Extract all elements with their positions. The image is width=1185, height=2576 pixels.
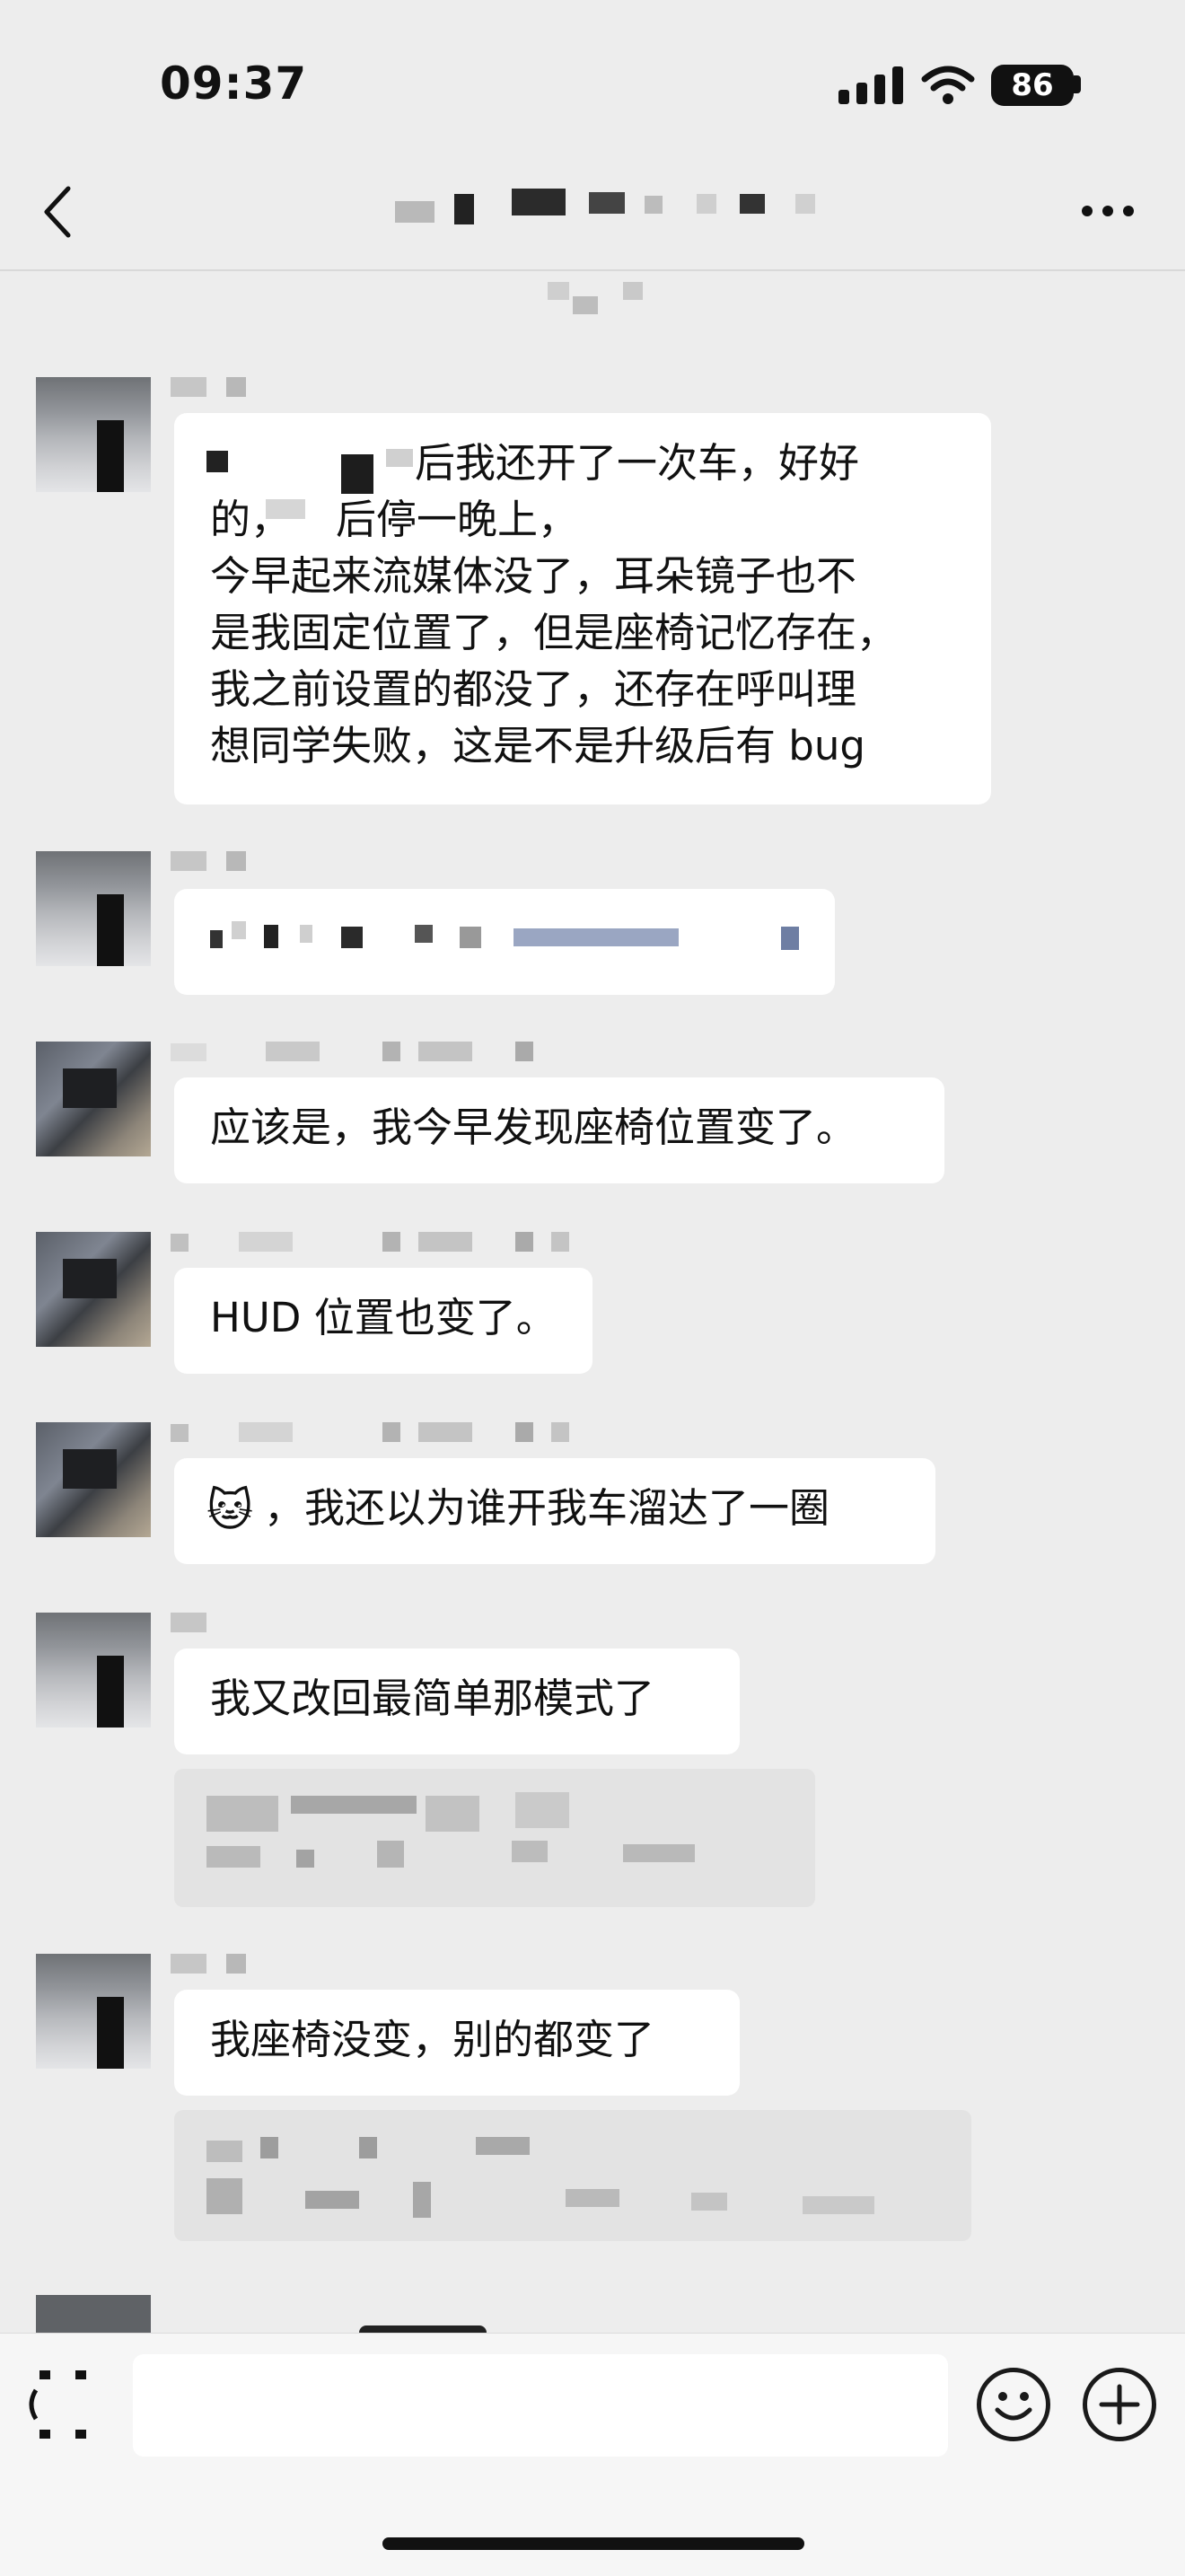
cellular-signal-icon: [838, 66, 903, 104]
home-indicator: [382, 2537, 804, 2550]
avatar[interactable]: [36, 1613, 151, 1728]
message-input[interactable]: [133, 2354, 948, 2457]
sender-name-redacted: [171, 1613, 215, 1634]
chevron-left-icon[interactable]: [40, 185, 75, 239]
battery-indicator: 86: [991, 65, 1074, 106]
avatar[interactable]: [36, 1954, 151, 2069]
status-time: 09:37: [160, 57, 308, 110]
voice-icon[interactable]: [27, 2370, 99, 2442]
message-text: ，我还以为谁开我车溜达了一圈: [264, 1484, 830, 1532]
wifi-icon: [921, 66, 975, 104]
message-text: 的，: [210, 496, 292, 543]
ellipsis-icon[interactable]: [1081, 205, 1135, 217]
sender-name-redacted: [171, 1954, 251, 1975]
message-text: 应该是，我今早发现座椅位置变了。: [210, 1103, 857, 1151]
timestamp-redacted: [548, 282, 646, 320]
quoted-message-redacted[interactable]: [174, 2110, 971, 2241]
avatar[interactable]: [36, 377, 151, 492]
message-text: 我又改回最简单那模式了: [210, 1675, 655, 1722]
message-bubble[interactable]: HUD 位置也变了。: [174, 1268, 592, 1374]
sender-name-redacted: [171, 377, 251, 399]
avatar[interactable]: [36, 851, 151, 966]
sender-name-redacted: [171, 1042, 533, 1063]
avatar[interactable]: [36, 1042, 151, 1156]
message-bubble[interactable]: 我又改回最简单那模式了: [174, 1648, 740, 1754]
message-text: HUD 位置也变了。: [210, 1294, 557, 1341]
message-bubble[interactable]: 🐱 ，我还以为谁开我车溜达了一圈: [174, 1458, 935, 1564]
emoji-icon: [995, 2392, 1032, 2421]
plus-icon: [1099, 2384, 1140, 2425]
add-button[interactable]: [1083, 2368, 1156, 2441]
chat-title-redacted: [395, 189, 826, 228]
sender-name-redacted: [171, 851, 251, 873]
emoji-button[interactable]: [977, 2368, 1050, 2441]
message-bubble[interactable]: 我座椅没变，别的都变了: [174, 1990, 740, 2096]
avatar[interactable]: [36, 2295, 151, 2334]
avatar[interactable]: [36, 1422, 151, 1537]
message-bubble-redacted[interactable]: [174, 889, 835, 995]
sender-name-redacted: [171, 1422, 575, 1444]
message-bubble[interactable]: 后我还开了一次车，好好 的， 后停一晚上， 今早起来流媒体没了，耳朵镜子也不 是…: [174, 413, 991, 804]
sender-name-redacted: [171, 1232, 575, 1253]
message-bubble[interactable]: 应该是，我今早发现座椅位置变了。: [174, 1077, 944, 1183]
quoted-message-redacted[interactable]: [174, 1769, 815, 1907]
message-text: 后我还开了一次车，好好: [415, 439, 860, 487]
message-text: 后停一晚上，: [336, 496, 579, 543]
cat-emoji: 🐱: [206, 1484, 254, 1536]
battery-tip: [1074, 75, 1081, 93]
message-text: 我座椅没变，别的都变了: [210, 2016, 655, 2063]
message-text: 今早起来流媒体没了，耳朵镜子也不 是我固定位置了，但是座椅记忆存在， 我之前设置…: [210, 552, 898, 769]
avatar[interactable]: [36, 1232, 151, 1347]
